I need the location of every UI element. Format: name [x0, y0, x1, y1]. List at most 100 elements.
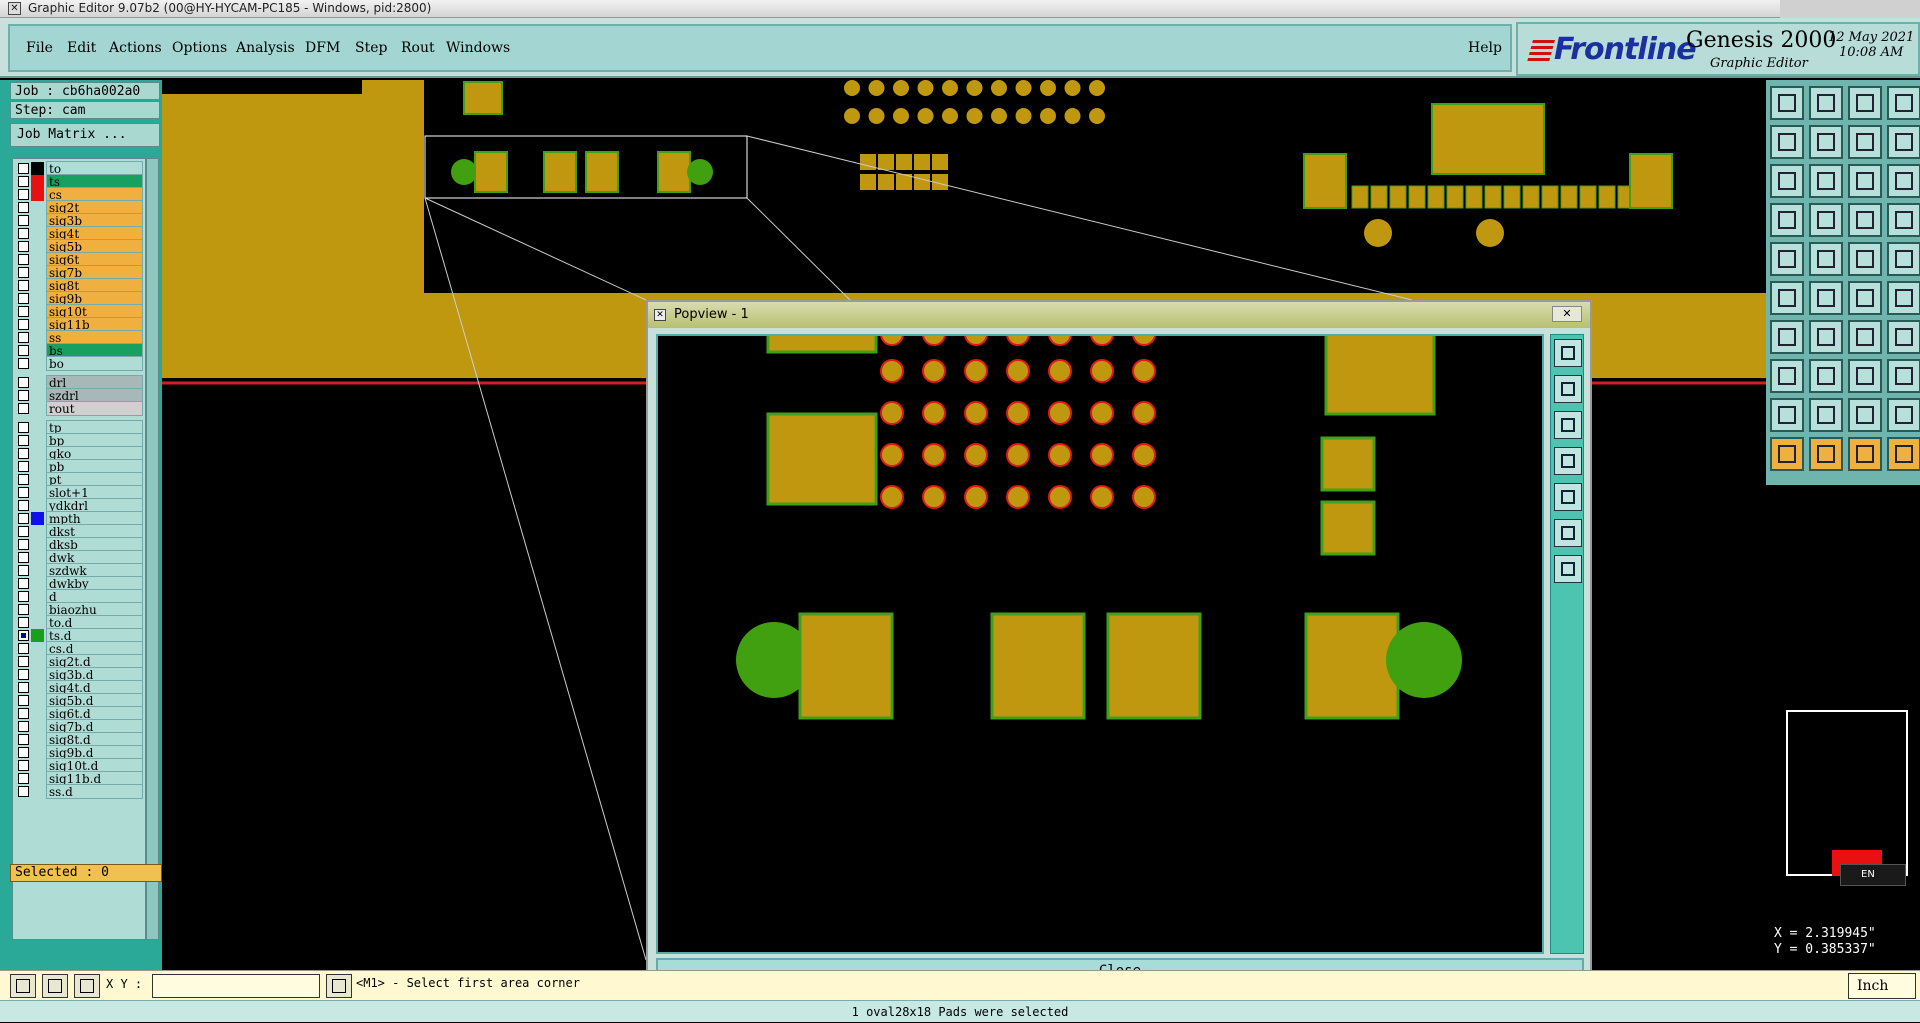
- layer-checkbox[interactable]: [18, 422, 29, 433]
- layer-checkbox[interactable]: [18, 591, 29, 602]
- layer-checkbox[interactable]: [18, 578, 29, 589]
- popview-canvas[interactable]: [656, 334, 1544, 954]
- snap-icon[interactable]: [10, 974, 36, 998]
- layer-checkbox[interactable]: [18, 319, 29, 330]
- popview-pcb-view[interactable]: [658, 336, 1542, 952]
- job-matrix-button[interactable]: Job Matrix ...: [10, 123, 160, 147]
- layer-checkbox[interactable]: [18, 228, 29, 239]
- layer-checkbox[interactable]: [18, 254, 29, 265]
- tool-button[interactable]: [1848, 398, 1882, 432]
- measure-icon[interactable]: [42, 974, 68, 998]
- popview-tool-button[interactable]: [1554, 339, 1582, 367]
- tool-button[interactable]: [1809, 359, 1843, 393]
- layer-checkbox[interactable]: [18, 539, 29, 550]
- layer-checkbox[interactable]: [18, 435, 29, 446]
- layer-checkbox[interactable]: [18, 760, 29, 771]
- tool-button[interactable]: [1809, 86, 1843, 120]
- layer-checkbox[interactable]: [18, 448, 29, 459]
- info-icon[interactable]: [326, 974, 352, 998]
- layer-checkbox[interactable]: [18, 747, 29, 758]
- layer-checkbox[interactable]: [18, 163, 29, 174]
- layer-row[interactable]: ss.d: [15, 784, 143, 799]
- tool-button[interactable]: [1770, 320, 1804, 354]
- layer-checkbox[interactable]: [18, 358, 29, 369]
- layer-checkbox[interactable]: [18, 332, 29, 343]
- menu-options[interactable]: Options: [172, 40, 227, 56]
- tool-button[interactable]: [1770, 359, 1804, 393]
- layer-checkbox[interactable]: [18, 617, 29, 628]
- layer-checkbox[interactable]: [18, 552, 29, 563]
- tool-button[interactable]: [1848, 359, 1882, 393]
- menu-file[interactable]: File: [26, 40, 53, 56]
- layer-checkbox[interactable]: [18, 695, 29, 706]
- layer-checkbox[interactable]: [18, 293, 29, 304]
- layer-checkbox[interactable]: [18, 513, 29, 524]
- menu-step[interactable]: Step: [355, 40, 387, 56]
- layer-checkbox[interactable]: [18, 682, 29, 693]
- tool-button[interactable]: [1770, 281, 1804, 315]
- layer-checkbox[interactable]: [18, 565, 29, 576]
- tool-button[interactable]: [1887, 242, 1920, 276]
- layer-checkbox[interactable]: [18, 786, 29, 797]
- menu-windows[interactable]: Windows: [446, 40, 510, 56]
- tool-button[interactable]: [1887, 164, 1920, 198]
- layer-checkbox[interactable]: [18, 390, 29, 401]
- layer-checkbox[interactable]: [18, 708, 29, 719]
- tool-button[interactable]: [1770, 164, 1804, 198]
- layer-checkbox[interactable]: [18, 643, 29, 654]
- tool-button[interactable]: [1848, 86, 1882, 120]
- tool-button[interactable]: [1770, 125, 1804, 159]
- menu-dfm[interactable]: DFM: [305, 40, 340, 56]
- popview-tool-button[interactable]: [1554, 555, 1582, 583]
- layer-checkbox[interactable]: [18, 734, 29, 745]
- layer-checkbox[interactable]: [18, 773, 29, 784]
- layer-checkbox[interactable]: [18, 202, 29, 213]
- layer-checkbox[interactable]: [18, 306, 29, 317]
- language-indicator[interactable]: EN: [1840, 864, 1906, 886]
- popview-tool-button[interactable]: [1554, 483, 1582, 511]
- layer-checkbox[interactable]: [18, 241, 29, 252]
- tool-button[interactable]: [1770, 86, 1804, 120]
- tool-button[interactable]: [1809, 164, 1843, 198]
- layer-checkbox[interactable]: [18, 189, 29, 200]
- popview-tool-button[interactable]: [1554, 447, 1582, 475]
- layer-checkbox[interactable]: [18, 526, 29, 537]
- menu-analysis[interactable]: Analysis: [236, 40, 295, 56]
- tool-button[interactable]: [1887, 398, 1920, 432]
- tool-button[interactable]: [1848, 242, 1882, 276]
- grid-icon[interactable]: [74, 974, 100, 998]
- tool-button[interactable]: [1809, 242, 1843, 276]
- tool-button[interactable]: [1887, 203, 1920, 237]
- xy-input[interactable]: [152, 974, 320, 998]
- tool-button[interactable]: [1848, 281, 1882, 315]
- tool-button[interactable]: [1809, 125, 1843, 159]
- tool-button[interactable]: [1770, 203, 1804, 237]
- tool-button[interactable]: [1770, 398, 1804, 432]
- tool-button[interactable]: [1848, 320, 1882, 354]
- layer-checkbox[interactable]: [18, 630, 29, 641]
- layer-checkbox[interactable]: [18, 656, 29, 667]
- layer-list-scrollbar[interactable]: [146, 158, 159, 940]
- tool-button[interactable]: [1770, 437, 1804, 471]
- tool-button[interactable]: [1770, 242, 1804, 276]
- tool-button[interactable]: [1809, 437, 1843, 471]
- tool-button[interactable]: [1887, 359, 1920, 393]
- menu-help[interactable]: Help: [1468, 40, 1502, 56]
- menu-actions[interactable]: Actions: [109, 40, 162, 56]
- tool-button[interactable]: [1848, 125, 1882, 159]
- popview-close-x-button[interactable]: ✕: [1552, 306, 1582, 322]
- tool-button[interactable]: [1887, 320, 1920, 354]
- menu-edit[interactable]: Edit: [67, 40, 96, 56]
- tool-button[interactable]: [1887, 437, 1920, 471]
- layer-checkbox[interactable]: [18, 500, 29, 511]
- layer-checkbox[interactable]: [18, 461, 29, 472]
- layer-row[interactable]: rout: [15, 401, 143, 416]
- layer-checkbox[interactable]: [18, 403, 29, 414]
- tool-button[interactable]: [1887, 125, 1920, 159]
- tool-button[interactable]: [1848, 203, 1882, 237]
- tool-button[interactable]: [1848, 437, 1882, 471]
- layer-checkbox[interactable]: [18, 215, 29, 226]
- popview-tool-button[interactable]: [1554, 375, 1582, 403]
- tool-button[interactable]: [1809, 320, 1843, 354]
- layer-checkbox[interactable]: [18, 604, 29, 615]
